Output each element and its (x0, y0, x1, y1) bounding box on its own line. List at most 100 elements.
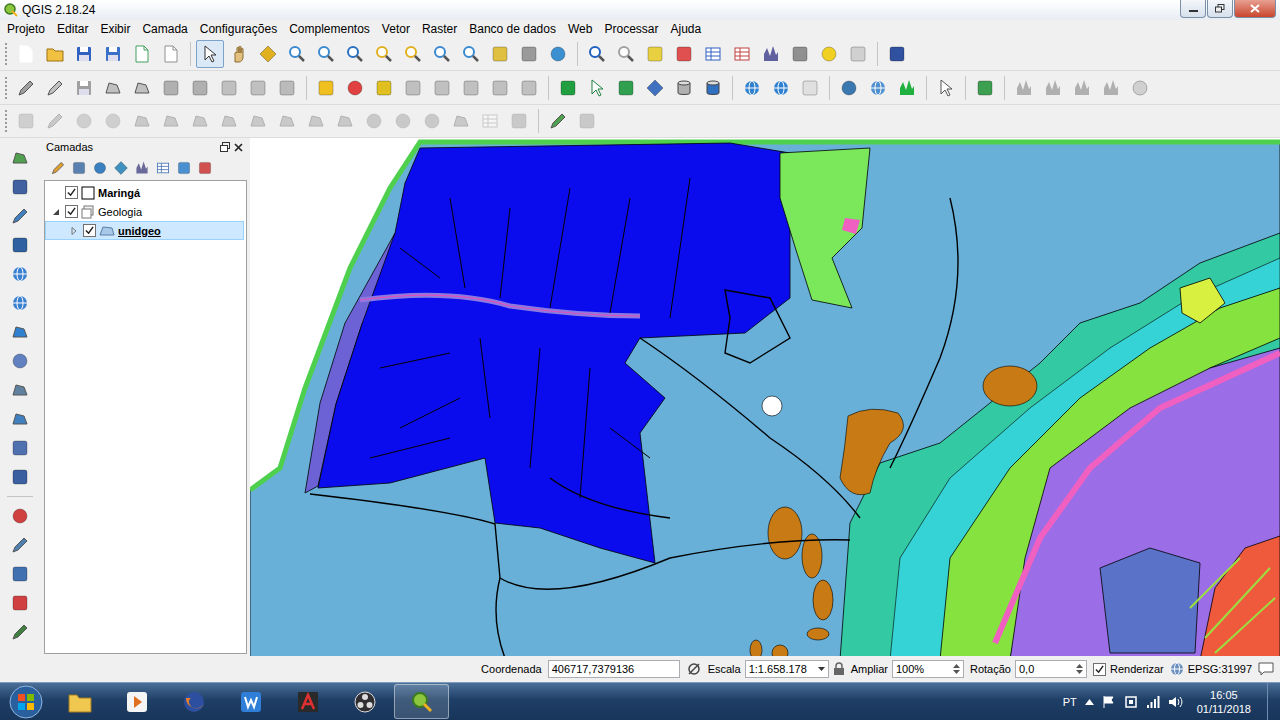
tool-button[interactable] (767, 74, 795, 102)
tool-button[interactable] (273, 107, 301, 135)
tool-button[interactable] (99, 107, 127, 135)
float-icon[interactable] (220, 142, 230, 152)
tool-button[interactable] (699, 74, 727, 102)
tool-button[interactable] (41, 74, 69, 102)
tool-button[interactable] (128, 74, 156, 102)
map-canvas[interactable] (250, 138, 1280, 656)
tool-button[interactable] (447, 107, 475, 135)
menu-item[interactable]: Raster (416, 21, 463, 37)
tool-button[interactable] (428, 74, 456, 102)
taskbar-app[interactable] (280, 684, 335, 719)
tool-button[interactable] (1068, 74, 1096, 102)
tool-button[interactable] (6, 560, 34, 588)
tool-button[interactable] (196, 40, 224, 68)
signal-icon[interactable] (1146, 695, 1160, 709)
tool-button[interactable] (1097, 74, 1125, 102)
tool-button[interactable] (331, 107, 359, 135)
tool-button[interactable] (796, 74, 824, 102)
tool-button[interactable] (1010, 74, 1038, 102)
tool-button[interactable] (515, 74, 543, 102)
tool-button[interactable] (370, 40, 398, 68)
menu-item[interactable]: Web (562, 21, 598, 37)
spin-arrows[interactable] (953, 664, 960, 674)
volume-icon[interactable] (1168, 695, 1183, 709)
tool-button[interactable] (6, 531, 34, 559)
checkbox[interactable] (83, 224, 96, 237)
toolbar-grip[interactable] (4, 42, 8, 66)
tool-button[interactable] (128, 40, 156, 68)
crs-group[interactable]: EPSG:31997 (1170, 662, 1252, 676)
tool-button[interactable] (244, 74, 272, 102)
tool-button[interactable] (641, 40, 669, 68)
tool-button[interactable] (612, 74, 640, 102)
panel-tool-button[interactable] (69, 158, 89, 178)
tool-button[interactable] (486, 74, 514, 102)
menu-item[interactable]: Camada (136, 21, 193, 37)
tool-button[interactable] (6, 376, 34, 404)
action-center-flag-icon[interactable] (1102, 695, 1116, 709)
tool-button[interactable] (70, 107, 98, 135)
render-label[interactable]: Renderizar (1110, 663, 1164, 675)
clock[interactable]: 16:0501/11/2018 (1191, 688, 1257, 716)
panel-tool-button[interactable] (174, 158, 194, 178)
layer-label[interactable]: unidgeo (118, 225, 161, 237)
tool-button[interactable] (844, 40, 872, 68)
tool-button[interactable] (612, 40, 640, 68)
tool-button[interactable] (6, 589, 34, 617)
menu-item[interactable]: Ajuda (664, 21, 707, 37)
tool-button[interactable] (6, 347, 34, 375)
tool-button[interactable] (476, 107, 504, 135)
minimize-button[interactable] (1180, 0, 1206, 18)
menu-item[interactable]: Projeto (1, 21, 51, 37)
device-icon[interactable] (1124, 695, 1138, 709)
panel-tool-button[interactable] (195, 158, 215, 178)
tool-button[interactable] (728, 40, 756, 68)
tool-button[interactable] (670, 74, 698, 102)
close-button[interactable] (1234, 0, 1276, 18)
panel-tool-button[interactable] (111, 158, 131, 178)
down-arrow-icon[interactable] (953, 670, 960, 674)
close-panel-icon[interactable] (234, 143, 243, 152)
tool-button[interactable] (6, 318, 34, 346)
tool-button[interactable] (312, 74, 340, 102)
layer-row[interactable]: unidgeo (45, 221, 244, 240)
messages-icon[interactable] (1258, 662, 1274, 676)
magnifier-spinbox[interactable]: 100% (892, 660, 964, 678)
tool-button[interactable] (41, 40, 69, 68)
checkbox[interactable] (65, 186, 78, 199)
tool-button[interactable] (505, 107, 533, 135)
tool-button[interactable] (544, 107, 572, 135)
tool-button[interactable] (341, 40, 369, 68)
tool-button[interactable] (6, 502, 34, 530)
checkbox[interactable] (65, 205, 78, 218)
tool-button[interactable] (70, 74, 98, 102)
panel-tool-button[interactable] (153, 158, 173, 178)
tool-button[interactable] (6, 289, 34, 317)
tool-button[interactable] (457, 74, 485, 102)
taskbar-app[interactable] (223, 684, 278, 719)
panel-tool-button[interactable] (48, 158, 68, 178)
tool-button[interactable] (699, 40, 727, 68)
tool-button[interactable] (486, 40, 514, 68)
tool-button[interactable] (273, 74, 301, 102)
tool-button[interactable] (12, 40, 40, 68)
scale-combobox[interactable]: 1:1.658.178 (745, 660, 829, 678)
tool-button[interactable] (641, 74, 669, 102)
tool-button[interactable] (6, 202, 34, 230)
tool-button[interactable] (99, 74, 127, 102)
checkbox[interactable] (1093, 663, 1106, 676)
restore-button[interactable] (1207, 0, 1233, 18)
tool-button[interactable] (583, 74, 611, 102)
tool-button[interactable] (99, 40, 127, 68)
tool-button[interactable] (893, 74, 921, 102)
taskbar-app[interactable] (109, 684, 164, 719)
tool-button[interactable] (70, 40, 98, 68)
tool-button[interactable] (815, 40, 843, 68)
start-button[interactable] (0, 683, 52, 720)
tool-button[interactable] (515, 40, 543, 68)
tool-button[interactable] (971, 74, 999, 102)
tool-button[interactable] (883, 40, 911, 68)
taskbar-app[interactable] (394, 684, 449, 719)
tool-button[interactable] (6, 618, 34, 646)
tool-button[interactable] (6, 463, 34, 491)
